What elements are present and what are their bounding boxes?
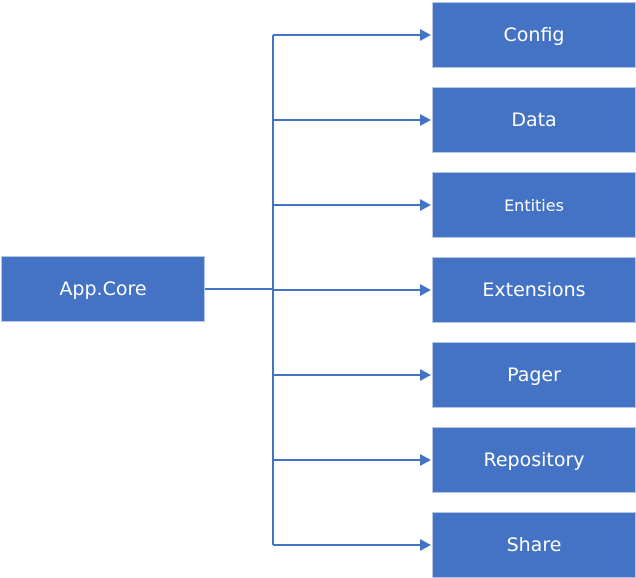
arrowhead-icon	[420, 199, 431, 211]
root-node-label: App.Core	[59, 278, 147, 300]
child-node-repository[interactable]: Repository	[432, 427, 636, 493]
child-node-pager[interactable]: Pager	[432, 342, 636, 408]
root-node[interactable]: App.Core	[1, 256, 205, 322]
arrowhead-icon	[420, 539, 431, 551]
child-node-config[interactable]: Config	[432, 2, 636, 68]
child-node-label: Pager	[507, 364, 561, 386]
arrowhead-icon	[420, 369, 431, 381]
child-node-entities[interactable]: Entities	[432, 172, 636, 238]
arrowhead-icon	[420, 114, 431, 126]
arrowhead-icon	[420, 29, 431, 41]
child-node-label: Data	[511, 109, 557, 131]
child-node-label: Entities	[504, 195, 564, 215]
arrowhead-icon	[420, 284, 431, 296]
child-node-label: Share	[506, 534, 562, 556]
child-node-label: Extensions	[482, 279, 586, 301]
child-node-share[interactable]: Share	[432, 512, 636, 578]
child-node-extensions[interactable]: Extensions	[432, 257, 636, 323]
child-node-label: Repository	[483, 449, 585, 471]
child-node-label: Config	[503, 24, 565, 46]
child-node-data[interactable]: Data	[432, 87, 636, 153]
arrowhead-icon	[420, 454, 431, 466]
